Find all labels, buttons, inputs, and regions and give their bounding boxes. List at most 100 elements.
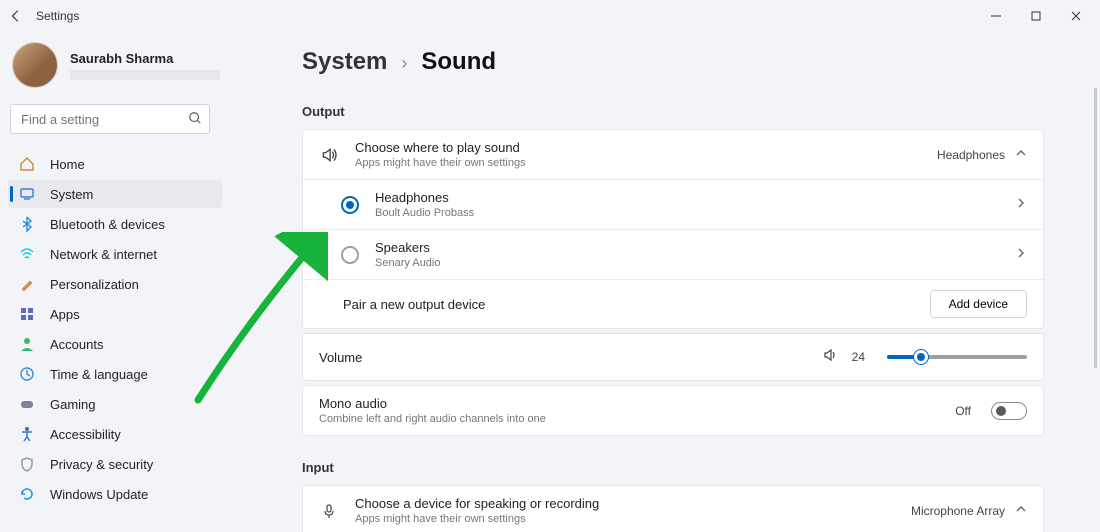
profile-block[interactable]: Saurabh Sharma <box>8 38 222 100</box>
speaker-icon <box>319 146 339 164</box>
volume-value: 24 <box>852 350 865 364</box>
nav-accounts[interactable]: Accounts <box>8 330 222 358</box>
personalization-icon <box>18 275 36 293</box>
nav-apps[interactable]: Apps <box>8 300 222 328</box>
add-device-button[interactable]: Add device <box>930 290 1027 318</box>
breadcrumb: System › Sound <box>302 48 1044 76</box>
search-input[interactable] <box>10 104 210 134</box>
nav-label: Time & language <box>50 367 148 382</box>
volume-icon[interactable] <box>822 347 838 368</box>
window-title: Settings <box>36 9 79 23</box>
chevron-up-icon <box>1015 146 1027 164</box>
pair-output-row: Pair a new output device Add device <box>303 279 1043 328</box>
chevron-right-icon <box>1015 246 1027 264</box>
sidebar: Saurabh Sharma Home System Bluetooth & d… <box>0 32 230 532</box>
volume-slider[interactable] <box>887 355 1027 359</box>
nav-label: Windows Update <box>50 487 148 502</box>
nav-bluetooth[interactable]: Bluetooth & devices <box>8 210 222 238</box>
section-output: Output <box>302 104 1044 119</box>
radio-unselected[interactable] <box>341 246 359 264</box>
row-value: Headphones <box>937 148 1005 162</box>
toggle-state: Off <box>955 404 971 418</box>
back-button[interactable] <box>4 4 28 28</box>
search-box[interactable] <box>10 104 210 134</box>
nav-personalization[interactable]: Personalization <box>8 270 222 298</box>
mono-row[interactable]: Mono audio Combine left and right audio … <box>303 386 1043 435</box>
breadcrumb-parent[interactable]: System <box>302 48 387 76</box>
maximize-button[interactable] <box>1016 2 1056 30</box>
close-icon <box>1071 11 1081 21</box>
user-name: Saurabh Sharma <box>70 51 220 66</box>
nav-label: Personalization <box>50 277 139 292</box>
input-card: Choose a device for speaking or recordin… <box>302 485 1044 532</box>
section-input: Input <box>302 460 1044 475</box>
maximize-icon <box>1031 11 1041 21</box>
nav-home[interactable]: Home <box>8 150 222 178</box>
row-title: Choose a device for speaking or recordin… <box>355 496 911 511</box>
user-email-placeholder <box>70 70 220 80</box>
nav-network[interactable]: Network & internet <box>8 240 222 268</box>
nav-label: Accessibility <box>50 427 121 442</box>
home-icon <box>18 155 36 173</box>
device-name: Speakers <box>375 240 1015 255</box>
breadcrumb-current: Sound <box>421 48 496 76</box>
nav-label: Network & internet <box>50 247 157 262</box>
volume-label: Volume <box>319 350 362 365</box>
nav-label: Bluetooth & devices <box>50 217 165 232</box>
volume-card: Volume 24 <box>302 333 1044 381</box>
radio-selected[interactable] <box>341 196 359 214</box>
output-device-speakers[interactable]: Speakers Senary Audio <box>303 229 1043 279</box>
close-button[interactable] <box>1056 2 1096 30</box>
time-icon <box>18 365 36 383</box>
accounts-icon <box>18 335 36 353</box>
nav-privacy[interactable]: Privacy & security <box>8 450 222 478</box>
mono-title: Mono audio <box>319 396 955 411</box>
system-icon <box>18 185 36 203</box>
minimize-icon <box>991 11 1001 21</box>
arrow-left-icon <box>9 9 23 23</box>
scrollbar[interactable] <box>1094 88 1097 368</box>
nav-label: Apps <box>50 307 80 322</box>
nav-time[interactable]: Time & language <box>8 360 222 388</box>
gaming-icon <box>18 395 36 413</box>
output-card: Choose where to play sound Apps might ha… <box>302 129 1044 329</box>
bluetooth-icon <box>18 215 36 233</box>
apps-icon <box>18 305 36 323</box>
chevron-up-icon <box>1015 502 1027 520</box>
minimize-button[interactable] <box>976 2 1016 30</box>
row-value: Microphone Array <box>911 504 1005 518</box>
title-bar: Settings <box>0 0 1100 32</box>
nav-accessibility[interactable]: Accessibility <box>8 420 222 448</box>
mono-toggle[interactable] <box>991 402 1027 420</box>
output-device-headphones[interactable]: Headphones Boult Audio Probass <box>303 179 1043 229</box>
nav-label: Gaming <box>50 397 96 412</box>
avatar <box>12 42 58 88</box>
nav-label: System <box>50 187 93 202</box>
pair-label: Pair a new output device <box>343 297 485 312</box>
choose-input-row[interactable]: Choose a device for speaking or recordin… <box>303 486 1043 532</box>
nav-gaming[interactable]: Gaming <box>8 390 222 418</box>
chevron-right-icon <box>1015 196 1027 214</box>
row-title: Choose where to play sound <box>355 140 937 155</box>
nav-label: Accounts <box>50 337 103 352</box>
device-name: Headphones <box>375 190 1015 205</box>
nav-label: Home <box>50 157 85 172</box>
nav-list: Home System Bluetooth & devices Network … <box>8 150 222 508</box>
search-icon <box>188 111 202 130</box>
nav-label: Privacy & security <box>50 457 153 472</box>
choose-output-row[interactable]: Choose where to play sound Apps might ha… <box>303 130 1043 179</box>
slider-thumb[interactable] <box>914 350 928 364</box>
nav-system[interactable]: System <box>8 180 222 208</box>
network-icon <box>18 245 36 263</box>
microphone-icon <box>319 503 339 519</box>
main-content: System › Sound Output Choose where to pl… <box>230 32 1100 532</box>
device-sub: Senary Audio <box>375 257 1015 269</box>
accessibility-icon <box>18 425 36 443</box>
volume-row: Volume 24 <box>303 334 1043 380</box>
chevron-right-icon: › <box>401 53 407 74</box>
shield-icon <box>18 455 36 473</box>
mono-card: Mono audio Combine left and right audio … <box>302 385 1044 436</box>
mono-sub: Combine left and right audio channels in… <box>319 413 955 425</box>
nav-update[interactable]: Windows Update <box>8 480 222 508</box>
row-subtitle: Apps might have their own settings <box>355 157 937 169</box>
